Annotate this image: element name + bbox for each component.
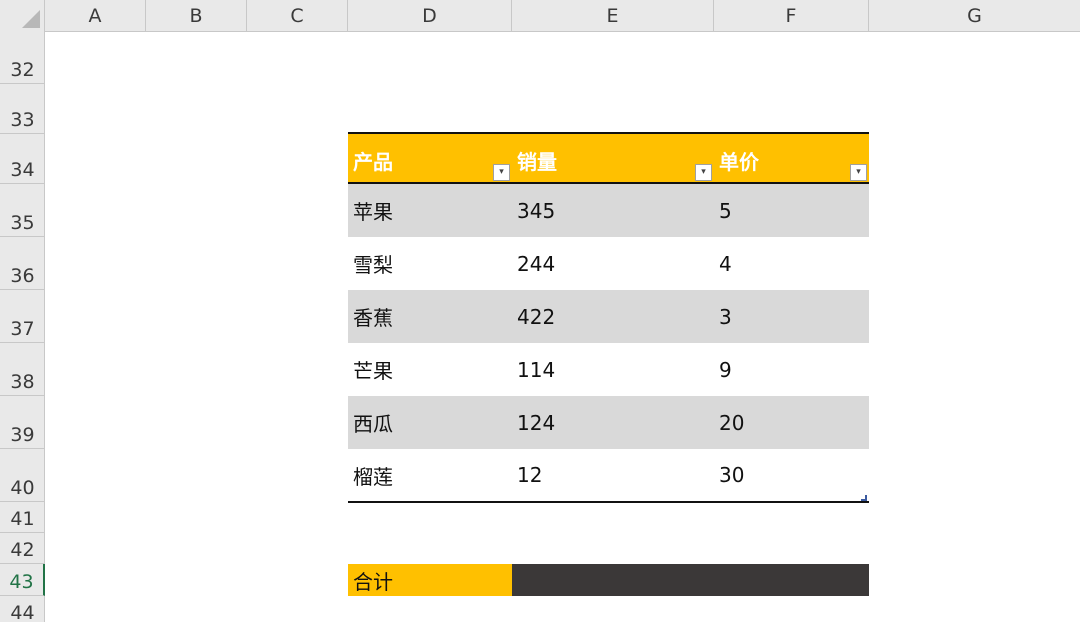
table-header-border — [348, 182, 869, 184]
table-top-border — [348, 132, 869, 134]
table-cell[interactable]: 5 — [714, 184, 869, 237]
table-cell[interactable]: 244 — [512, 237, 714, 290]
table-cell[interactable]: 4 — [714, 237, 869, 290]
filter-dropdown-icon[interactable]: ▾ — [695, 164, 712, 181]
row-header-36[interactable]: 36 — [0, 237, 45, 290]
select-all-triangle-icon — [22, 10, 40, 28]
total-label-cell[interactable]: 合计 — [348, 564, 512, 596]
table-cell[interactable]: 苹果 — [348, 184, 512, 237]
row-header-bar: 32 33 34 35 36 37 38 39 40 41 42 43 44 — [0, 32, 45, 624]
column-header-e[interactable]: E — [512, 0, 714, 32]
table-cell[interactable]: 422 — [512, 290, 714, 343]
table-cell[interactable]: 114 — [512, 343, 714, 396]
table-bottom-border — [348, 501, 869, 503]
table-cell[interactable]: 345 — [512, 184, 714, 237]
total-value-cell[interactable] — [512, 564, 869, 596]
column-header-a[interactable]: A — [45, 0, 146, 32]
column-header-g[interactable]: G — [869, 0, 1080, 32]
row-header-34[interactable]: 34 — [0, 134, 45, 184]
table-cell[interactable]: 124 — [512, 396, 714, 449]
column-header-c[interactable]: C — [247, 0, 348, 32]
table-cell[interactable]: 榴莲 — [348, 449, 512, 501]
row-header-32[interactable]: 32 — [0, 32, 45, 84]
table-cell[interactable]: 芒果 — [348, 343, 512, 396]
table-header-price[interactable]: 单价 — [714, 134, 869, 183]
column-header-d[interactable]: D — [348, 0, 512, 32]
table-cell[interactable]: 30 — [714, 449, 869, 501]
row-header-37[interactable]: 37 — [0, 290, 45, 343]
table-resize-handle-icon[interactable] — [861, 495, 867, 501]
filter-dropdown-icon[interactable]: ▾ — [850, 164, 867, 181]
table-cell[interactable]: 9 — [714, 343, 869, 396]
table-cell[interactable]: 3 — [714, 290, 869, 343]
table-cell[interactable]: 雪梨 — [348, 237, 512, 290]
table-cell[interactable]: 西瓜 — [348, 396, 512, 449]
row-header-42[interactable]: 42 — [0, 533, 45, 564]
table-cell[interactable]: 12 — [512, 449, 714, 501]
row-header-43[interactable]: 43 — [0, 564, 45, 596]
table-cell[interactable]: 20 — [714, 396, 869, 449]
row-header-40[interactable]: 40 — [0, 449, 45, 502]
table-cell[interactable]: 香蕉 — [348, 290, 512, 343]
column-header-f[interactable]: F — [714, 0, 869, 32]
filter-dropdown-icon[interactable]: ▾ — [493, 164, 510, 181]
row-header-35[interactable]: 35 — [0, 184, 45, 237]
select-all-button[interactable] — [0, 0, 45, 32]
row-header-38[interactable]: 38 — [0, 343, 45, 396]
table-header-product[interactable]: 产品 — [348, 134, 512, 183]
row-header-33[interactable]: 33 — [0, 84, 45, 134]
row-header-39[interactable]: 39 — [0, 396, 45, 449]
column-header-b[interactable]: B — [146, 0, 247, 32]
column-header-bar: A B C D E F G — [0, 0, 1080, 32]
table-header-sales[interactable]: 销量 — [512, 134, 714, 183]
row-header-41[interactable]: 41 — [0, 502, 45, 533]
